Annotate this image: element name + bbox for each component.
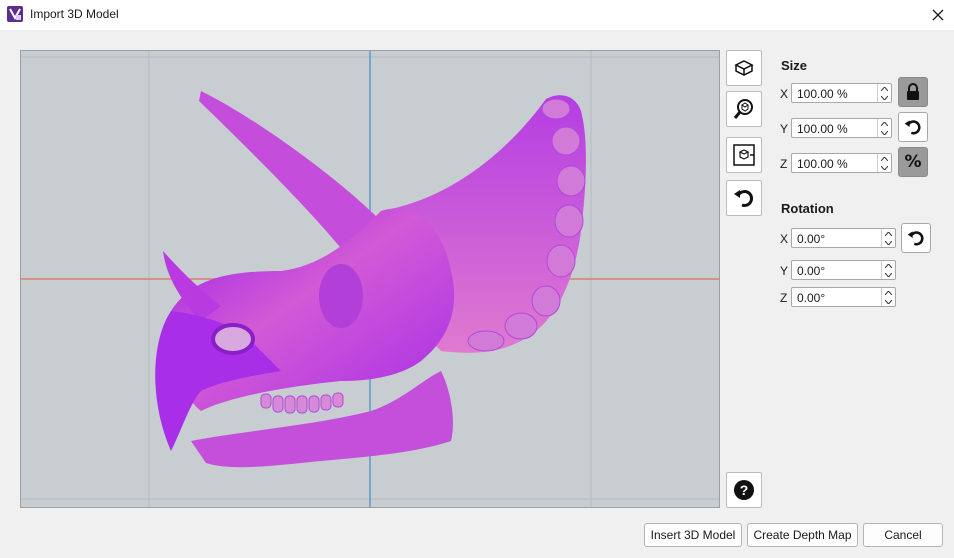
reset-icon [907, 231, 924, 246]
app-logo-icon [7, 6, 23, 22]
size-y-down[interactable] [878, 128, 891, 137]
rotation-y-up[interactable] [882, 261, 895, 270]
lock-icon [907, 83, 919, 100]
cancel-button[interactable]: Cancel [863, 523, 943, 547]
reset-rotation-button[interactable] [901, 223, 931, 253]
lock-aspect-button[interactable] [898, 77, 928, 107]
close-icon [932, 9, 944, 21]
size-x-value: 100.00 % [797, 87, 848, 101]
cube-top-icon [734, 60, 754, 76]
size-x-up[interactable] [878, 84, 891, 93]
rotation-x-up[interactable] [882, 229, 895, 238]
rotation-section-title: Rotation [781, 201, 834, 216]
reset-view-button[interactable] [726, 180, 762, 216]
rotation-z-up[interactable] [882, 288, 895, 297]
viewport-canvas [21, 51, 719, 507]
window-title: Import 3D Model [30, 7, 119, 21]
rotation-x-down[interactable] [882, 238, 895, 247]
size-z-input[interactable]: 100.00 % [791, 153, 892, 173]
size-y-value: 100.00 % [797, 122, 848, 136]
insert-3d-model-button[interactable]: Insert 3D Model [644, 523, 742, 547]
rotation-y-stepper[interactable] [881, 261, 895, 279]
help-icon: ? [734, 480, 754, 500]
size-x-stepper[interactable] [877, 84, 891, 102]
size-x-input[interactable]: 100.00 % [791, 83, 892, 103]
rotation-z-stepper[interactable] [881, 288, 895, 306]
top-view-button[interactable] [726, 50, 762, 86]
size-y-label: Y [780, 122, 789, 136]
percent-units-button[interactable]: % [898, 147, 928, 177]
size-section-title: Size [781, 58, 808, 73]
size-z-up[interactable] [878, 154, 891, 163]
title-bar: Import 3D Model [0, 0, 954, 30]
size-y-up[interactable] [878, 119, 891, 128]
rotation-z-down[interactable] [882, 297, 895, 306]
size-x-label: X [780, 87, 789, 101]
size-z-down[interactable] [878, 163, 891, 172]
rotation-x-label: X [780, 232, 789, 246]
rotation-y-label: Y [780, 264, 789, 278]
size-y-input[interactable]: 100.00 % [791, 118, 892, 138]
rotation-y-input[interactable]: 0.00° [791, 260, 896, 280]
zoom-cube-icon [733, 99, 753, 119]
size-z-label: Z [780, 157, 788, 171]
reset-icon [904, 120, 921, 135]
rotation-z-value: 0.00° [797, 291, 826, 305]
rotation-x-stepper[interactable] [881, 229, 895, 247]
rotation-y-value: 0.00° [797, 264, 826, 278]
help-button[interactable]: ? [726, 472, 762, 508]
close-button[interactable] [926, 4, 950, 26]
rotation-x-input[interactable]: 0.00° [791, 228, 896, 248]
size-x-down[interactable] [878, 93, 891, 102]
create-depth-map-button[interactable]: Create Depth Map [747, 523, 858, 547]
percent-label: % [904, 152, 922, 172]
reset-icon [734, 189, 754, 207]
zoom-fit-button[interactable] [726, 91, 762, 127]
size-y-stepper[interactable] [877, 119, 891, 137]
reset-size-button[interactable] [898, 112, 928, 142]
center-model-button[interactable] [726, 137, 762, 173]
svg-text:?: ? [740, 482, 749, 498]
cube-center-icon [733, 144, 755, 166]
rotation-z-input[interactable]: 0.00° [791, 287, 896, 307]
rotation-y-down[interactable] [882, 270, 895, 279]
rotation-z-label: Z [780, 291, 788, 305]
size-z-stepper[interactable] [877, 154, 891, 172]
size-z-value: 100.00 % [797, 157, 848, 171]
model-viewport[interactable] [20, 50, 720, 508]
rotation-x-value: 0.00° [797, 232, 826, 246]
